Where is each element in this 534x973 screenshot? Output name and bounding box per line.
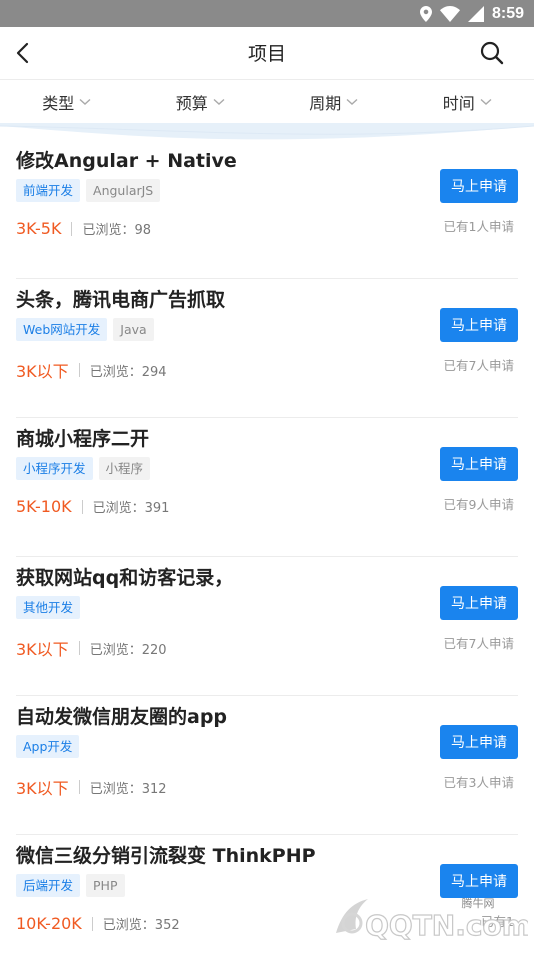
- status-bar: 8:59: [0, 0, 534, 27]
- project-item[interactable]: 获取网站qq和访客记录， 其他开发 3K以下 已浏览：220 马上申请 已有7人…: [16, 557, 518, 696]
- filter-bar: 类型 预算 周期 时间: [0, 80, 534, 123]
- budget-price: 10K-20K: [16, 914, 82, 933]
- view-count: 已浏览：294: [90, 361, 167, 380]
- project-item[interactable]: 商城小程序二开 小程序开发 小程序 5K-10K 已浏览：391 马上申请 已有…: [16, 418, 518, 557]
- chevron-down-icon: [480, 98, 492, 106]
- tag-group: 后端开发 PHP: [16, 874, 125, 897]
- project-meta: 3K以下 已浏览：220: [16, 636, 167, 660]
- project-meta: 10K-20K 已浏览：352: [16, 914, 180, 933]
- project-title: 头条，腾讯电商广告抓取: [16, 285, 225, 312]
- app-header: 项目: [0, 27, 534, 80]
- filter-label: 时间: [443, 90, 475, 114]
- tag-group: Web网站开发 Java: [16, 318, 154, 341]
- category-tag: App开发: [16, 735, 79, 758]
- watermark-text: QQTN.com: [365, 909, 528, 942]
- tag-group: 前端开发 AngularJS: [16, 179, 160, 202]
- tech-tag: AngularJS: [86, 179, 160, 202]
- project-meta: 3K-5K 已浏览：98: [16, 219, 151, 238]
- filter-label: 预算: [176, 90, 208, 114]
- budget-price: 3K以下: [16, 636, 69, 660]
- view-count: 已浏览：98: [82, 219, 151, 238]
- meta-divider: [71, 222, 72, 236]
- project-list: 修改Angular + Native 前端开发 AngularJS 3K-5K …: [0, 140, 534, 973]
- view-count: 已浏览：220: [90, 639, 167, 658]
- category-tag: 其他开发: [16, 596, 80, 619]
- view-count: 已浏览：391: [93, 497, 170, 516]
- meta-divider: [79, 641, 80, 655]
- project-title: 获取网站qq和访客记录，: [16, 563, 233, 590]
- category-tag: Web网站开发: [16, 318, 107, 341]
- tech-tag: PHP: [86, 874, 124, 897]
- applicant-count: 已有9人申请: [444, 494, 514, 513]
- filter-time[interactable]: 时间: [401, 80, 534, 123]
- project-item[interactable]: 修改Angular + Native 前端开发 AngularJS 3K-5K …: [16, 140, 518, 279]
- project-meta: 5K-10K 已浏览：391: [16, 497, 169, 516]
- tech-tag: 小程序: [99, 457, 151, 480]
- tag-group: App开发: [16, 735, 79, 758]
- category-tag: 小程序开发: [16, 457, 93, 480]
- apply-button[interactable]: 马上申请: [440, 725, 518, 759]
- wifi-icon: [440, 6, 460, 22]
- signal-icon: [468, 6, 484, 22]
- view-count: 已浏览：352: [103, 914, 180, 933]
- project-title: 微信三级分销引流裂变 ThinkPHP: [16, 841, 316, 868]
- meta-divider: [79, 363, 80, 377]
- search-icon[interactable]: [478, 39, 506, 67]
- meta-divider: [92, 917, 93, 931]
- chevron-down-icon: [79, 98, 91, 106]
- tag-group: 小程序开发 小程序: [16, 457, 150, 480]
- budget-price: 3K以下: [16, 358, 69, 382]
- view-count: 已浏览：312: [90, 778, 167, 797]
- budget-price: 5K-10K: [16, 497, 72, 516]
- meta-divider: [82, 500, 83, 514]
- page-title: 项目: [0, 39, 534, 66]
- category-tag: 后端开发: [16, 874, 80, 897]
- budget-price: 3K以下: [16, 775, 69, 799]
- location-icon: [420, 6, 432, 22]
- project-title: 商城小程序二开: [16, 424, 149, 451]
- applicant-count: 已有7人申请: [444, 633, 514, 652]
- chevron-down-icon: [346, 98, 358, 106]
- apply-button[interactable]: 马上申请: [440, 308, 518, 342]
- filter-type[interactable]: 类型: [0, 80, 134, 123]
- watermark-logo: 腾牛网 QQTN.com: [328, 893, 528, 943]
- applicant-count: 已有1人申请: [444, 216, 514, 235]
- apply-button[interactable]: 马上申请: [440, 447, 518, 481]
- filter-cycle[interactable]: 周期: [267, 80, 401, 123]
- category-tag: 前端开发: [16, 179, 80, 202]
- apply-button[interactable]: 马上申请: [440, 169, 518, 203]
- watermark-brand: 腾牛网: [462, 896, 495, 910]
- project-meta: 3K以下 已浏览：294: [16, 358, 167, 382]
- applicant-count: 已有3人申请: [444, 772, 514, 791]
- budget-price: 3K-5K: [16, 219, 61, 238]
- applicant-count: 已有7人申请: [444, 355, 514, 374]
- tag-group: 其他开发: [16, 596, 80, 619]
- tech-tag: Java: [113, 318, 153, 341]
- project-meta: 3K以下 已浏览：312: [16, 775, 167, 799]
- filter-label: 周期: [309, 90, 341, 114]
- project-item[interactable]: 头条，腾讯电商广告抓取 Web网站开发 Java 3K以下 已浏览：294 马上…: [16, 279, 518, 418]
- project-item[interactable]: 自动发微信朋友圈的app App开发 3K以下 已浏览：312 马上申请 已有3…: [16, 696, 518, 835]
- filter-budget[interactable]: 预算: [134, 80, 268, 123]
- filter-label: 类型: [42, 90, 74, 114]
- project-title: 修改Angular + Native: [16, 146, 237, 173]
- meta-divider: [79, 780, 80, 794]
- apply-button[interactable]: 马上申请: [440, 586, 518, 620]
- clock: 8:59: [492, 5, 524, 23]
- project-title: 自动发微信朋友圈的app: [16, 702, 227, 729]
- chevron-down-icon: [213, 98, 225, 106]
